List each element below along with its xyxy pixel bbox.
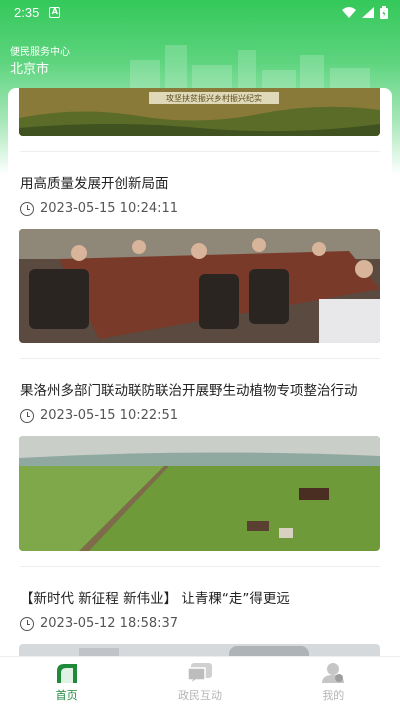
article-item[interactable]: 果洛州多部门联动联防联治开展野生动植物专项整治行动 2023-05-15 10:… (8, 358, 392, 566)
signal-icon (362, 6, 374, 18)
home-icon (56, 664, 77, 683)
article-time-text: 2023-05-12 18:58:37 (40, 616, 179, 631)
chat-icon (187, 663, 212, 684)
clock-icon (20, 616, 34, 631)
article-image-meeting[interactable] (19, 229, 380, 343)
status-bar: 2:35 A (0, 0, 400, 24)
tab-profile-label: 我的 (322, 689, 345, 702)
article-time-text: 2023-05-15 10:24:11 (40, 201, 179, 216)
clock-icon (20, 201, 34, 216)
article-timestamp: 2023-05-15 10:22:51 (20, 408, 178, 423)
news-feed[interactable]: 攻坚扶贫振兴乡村振兴纪实 用高质量发展开创新局面 2023-05-15 10:2… (8, 88, 392, 656)
city-selector[interactable]: 北京市 (10, 61, 70, 78)
article-timestamp: 2023-05-12 18:58:37 (20, 616, 178, 631)
user-icon (322, 663, 345, 683)
article-title[interactable]: 【新时代 新征程 新伟业】 让青稞“走”得更远 (20, 587, 290, 607)
article-timestamp: 2023-05-15 10:24:11 (20, 201, 178, 216)
article-image-grassland[interactable] (19, 436, 380, 551)
clock-icon (20, 408, 34, 423)
battery-icon (380, 5, 388, 19)
article-time-text: 2023-05-15 10:22:51 (40, 408, 179, 423)
location-header: 便民服务中心 北京市 (10, 46, 70, 78)
status-time: 2:35 (14, 4, 40, 20)
tab-interaction-label: 政民互动 (177, 689, 222, 702)
service-center-label: 便民服务中心 (10, 47, 70, 58)
notification-a-icon: A (49, 6, 61, 18)
tab-profile[interactable]: 我的 (267, 657, 400, 711)
article-title[interactable]: 果洛州多部门联动联防联治开展野生动植物专项整治行动 (20, 379, 358, 399)
bottom-tab-bar: 首页 政民互动 我的 (0, 656, 400, 711)
article-title[interactable]: 用高质量发展开创新局面 (20, 172, 169, 192)
tab-home-label: 首页 (55, 689, 78, 702)
article-item[interactable]: 【新时代 新征程 新伟业】 让青稞“走”得更远 2023-05-12 18:58… (8, 566, 392, 656)
tab-home[interactable]: 首页 (0, 657, 133, 711)
article-item[interactable]: 用高质量发展开创新局面 2023-05-15 10:24:11 (8, 88, 392, 358)
article-image-machine[interactable] (19, 644, 380, 656)
wifi-icon (342, 6, 356, 18)
tab-interaction[interactable]: 政民互动 (133, 657, 266, 711)
